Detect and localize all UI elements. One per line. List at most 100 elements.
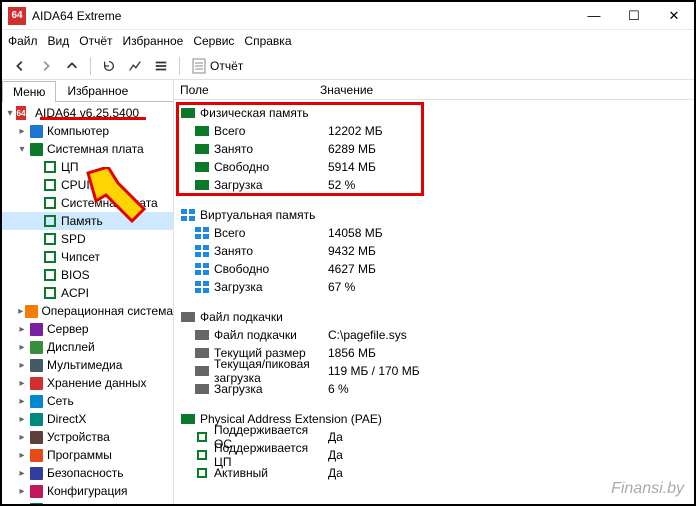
row-icon <box>194 281 210 293</box>
col-value[interactable]: Значение <box>320 83 373 97</box>
tree-node[interactable]: ▸База данных <box>2 500 173 504</box>
tree-twist[interactable]: ▸ <box>16 486 28 497</box>
tree-label: CPUID <box>61 178 98 192</box>
tree-node[interactable]: ACPI <box>2 284 173 302</box>
data-row[interactable]: АктивныйДа <box>174 464 694 482</box>
data-row[interactable]: Свободно5914 МБ <box>174 158 694 176</box>
tree-twist[interactable]: ▸ <box>16 306 25 317</box>
refresh-button[interactable] <box>97 55 121 77</box>
nav-tree[interactable]: ▾64AIDA64 v6.25.5400▸Компьютер▾Системная… <box>2 102 173 504</box>
tree-label: Хранение данных <box>47 376 147 390</box>
tree-node[interactable]: ▸Устройства <box>2 428 173 446</box>
tree-twist[interactable]: ▸ <box>16 378 28 389</box>
back-button[interactable] <box>8 55 32 77</box>
tree-node[interactable]: ▾Системная плата <box>2 140 173 158</box>
tree-node[interactable]: Память <box>2 212 173 230</box>
section-icon <box>180 209 196 221</box>
row-value: 14058 МБ <box>328 226 383 240</box>
tree-twist[interactable]: ▸ <box>16 414 28 425</box>
data-row[interactable]: Загрузка52 % <box>174 176 694 194</box>
row-label: Загрузка <box>214 280 328 294</box>
report-button[interactable]: Отчёт <box>186 55 249 77</box>
tree-icon <box>28 357 44 373</box>
tree-node[interactable]: ▸DirectX <box>2 410 173 428</box>
tree-twist[interactable]: ▸ <box>16 126 28 137</box>
row-value: Да <box>328 466 343 480</box>
tree-node[interactable]: ▸ Сеть <box>2 392 173 410</box>
data-row[interactable]: Загрузка67 % <box>174 278 694 296</box>
up-button[interactable] <box>60 55 84 77</box>
tree-node[interactable]: Чипсет <box>2 248 173 266</box>
row-value: 4627 МБ <box>328 262 376 276</box>
tree-node[interactable]: ▸Программы <box>2 446 173 464</box>
tree-node[interactable]: ▸Операционная система <box>2 302 173 320</box>
maximize-button[interactable]: ☐ <box>614 2 654 30</box>
tree-twist[interactable]: ▾ <box>4 108 16 119</box>
tree-icon <box>28 501 44 504</box>
tree-twist[interactable]: ▸ <box>16 504 28 505</box>
data-row[interactable]: Загрузка6 % <box>174 380 694 398</box>
forward-button[interactable] <box>34 55 58 77</box>
tree-twist[interactable]: ▸ <box>16 450 28 461</box>
tree-node[interactable]: ▸Конфигурация <box>2 482 173 500</box>
row-icon <box>194 431 210 443</box>
chart-button[interactable] <box>123 55 147 77</box>
tab-favorites[interactable]: Избранное <box>56 80 139 101</box>
close-button[interactable]: ✕ <box>654 2 694 30</box>
tree-twist[interactable]: ▾ <box>16 144 28 155</box>
tree-node[interactable]: SPD <box>2 230 173 248</box>
data-row[interactable]: Поддерживается ЦПДа <box>174 446 694 464</box>
data-row[interactable]: Свободно4627 МБ <box>174 260 694 278</box>
section-title: Виртуальная память <box>200 208 315 222</box>
menu-report[interactable]: Отчёт <box>79 34 112 48</box>
section-title: Файл подкачки <box>200 310 283 324</box>
tree-twist[interactable]: ▸ <box>16 432 28 443</box>
tree-label: Сеть <box>47 394 74 408</box>
menu-help[interactable]: Справка <box>244 34 291 48</box>
data-row[interactable]: Всего12202 МБ <box>174 122 694 140</box>
row-value: 5914 МБ <box>328 160 376 174</box>
tree-node[interactable]: ▸Мультимедиа <box>2 356 173 374</box>
row-icon <box>194 125 210 137</box>
menu-favorites[interactable]: Избранное <box>123 34 184 48</box>
tree-icon <box>28 339 44 355</box>
minimize-button[interactable]: — <box>574 2 614 30</box>
tree-node[interactable]: Системная плата <box>2 194 173 212</box>
tree-icon <box>42 159 58 175</box>
col-field[interactable]: Поле <box>180 83 320 97</box>
tab-menu[interactable]: Меню <box>2 81 56 102</box>
tree-node[interactable]: ▸ Хранение данных <box>2 374 173 392</box>
window-controls: — ☐ ✕ <box>574 2 694 30</box>
row-value: C:\pagefile.sys <box>328 328 407 342</box>
menu-file[interactable]: Файл <box>8 34 38 48</box>
data-row[interactable]: Текущая/пиковая загрузка119 МБ / 170 МБ <box>174 362 694 380</box>
tree-node[interactable]: ▸Дисплей <box>2 338 173 356</box>
row-label: Всего <box>214 124 328 138</box>
tree-twist[interactable]: ▸ <box>16 324 28 335</box>
section-icon <box>180 311 196 323</box>
tree-twist[interactable]: ▸ <box>16 468 28 479</box>
data-row[interactable]: Файл подкачкиC:\pagefile.sys <box>174 326 694 344</box>
menu-service[interactable]: Сервис <box>193 34 234 48</box>
tree-node[interactable]: ЦП <box>2 158 173 176</box>
tree-node[interactable]: CPUID <box>2 176 173 194</box>
tree-node[interactable]: BIOS <box>2 266 173 284</box>
row-value: Да <box>328 448 343 462</box>
row-icon <box>194 161 210 173</box>
tree-twist[interactable]: ▸ <box>16 342 28 353</box>
tree-icon <box>28 141 44 157</box>
tree-twist[interactable]: ▸ <box>16 396 28 407</box>
tree-twist[interactable]: ▸ <box>16 360 28 371</box>
data-row[interactable]: Занято9432 МБ <box>174 242 694 260</box>
menu-view[interactable]: Вид <box>48 34 70 48</box>
data-row[interactable]: Всего14058 МБ <box>174 224 694 242</box>
tree-node[interactable]: ▸Безопасность <box>2 464 173 482</box>
data-row[interactable]: Занято6289 МБ <box>174 140 694 158</box>
tree-node[interactable]: ▾64AIDA64 v6.25.5400 <box>2 104 173 122</box>
tree-icon <box>28 447 44 463</box>
tree-node[interactable]: ▸Сервер <box>2 320 173 338</box>
settings-button[interactable] <box>149 55 173 77</box>
row-value: 119 МБ / 170 МБ <box>328 364 420 378</box>
tree-node[interactable]: ▸Компьютер <box>2 122 173 140</box>
row-value: Да <box>328 430 343 444</box>
